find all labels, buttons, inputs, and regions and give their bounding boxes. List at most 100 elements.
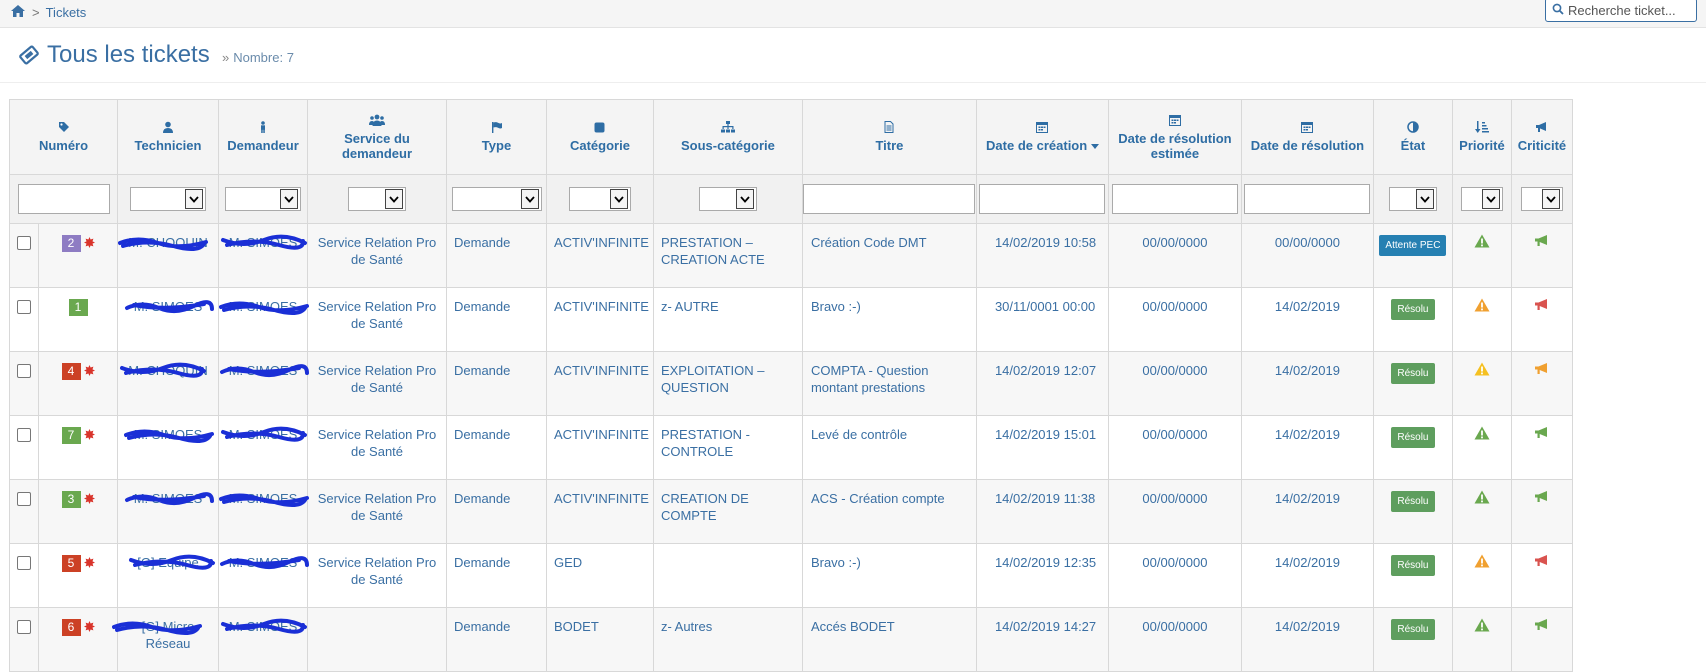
categorie-value: ACTIV'INFINITE	[554, 363, 649, 378]
filter-demandeur-select[interactable]	[225, 187, 301, 211]
filter-service-select[interactable]	[348, 187, 406, 211]
ticket-number[interactable]: 3	[61, 491, 81, 508]
row-checkbox[interactable]	[17, 364, 31, 378]
top-bar: > Tickets Recherche ticket...	[0, 0, 1706, 28]
demandeur-name[interactable]: M. SIMOES	[229, 555, 298, 570]
ticket-number[interactable]: 6	[61, 619, 81, 636]
technicien-name[interactable]: M. SIMOES	[134, 491, 203, 506]
date-creation-cell: 30/11/0001 00:00	[975, 287, 1109, 352]
table-row[interactable]: 4 M. CHOQUIN M. SIMOES Service Relation …	[9, 351, 1573, 416]
category-square-icon	[550, 121, 650, 136]
filter-technicien-select[interactable]	[130, 187, 206, 211]
row-checkbox[interactable]	[17, 300, 31, 314]
ticket-title-link[interactable]: Bravo :-)	[811, 299, 861, 314]
row-checkbox[interactable]	[17, 620, 31, 634]
filter-etat-select[interactable]	[1388, 187, 1437, 211]
date-res-est-cell: 00/00/0000	[1107, 607, 1242, 672]
criticite-cell	[1510, 479, 1573, 544]
col-header-service-label: Service du demandeur	[341, 130, 413, 161]
row-checkbox[interactable]	[17, 236, 31, 250]
table-row[interactable]: 3 M. SIMOES M. SIMOES Service Relation P…	[9, 479, 1573, 544]
filter-titre-input[interactable]	[803, 184, 976, 214]
col-header-priorite[interactable]: Priorité	[1451, 99, 1512, 175]
col-header-numero[interactable]: Numéro	[9, 99, 118, 175]
demandeur-name[interactable]: M. SIMOES	[229, 299, 298, 314]
filter-date-resolution-estimee-input[interactable]	[1111, 184, 1238, 214]
demandeur-name[interactable]: M. SIMOES	[229, 427, 298, 442]
table-row[interactable]: 5 [G] Equipe M. SIMOES Service Relation …	[9, 543, 1573, 608]
service-name: Service Relation Pro de Santé	[317, 491, 437, 523]
row-checkbox[interactable]	[17, 556, 31, 570]
ticket-number[interactable]: 2	[61, 235, 81, 252]
filter-type-select[interactable]	[451, 187, 542, 211]
chevron-right-icon: »	[222, 50, 230, 65]
filter-sous-categorie-select[interactable]	[698, 187, 757, 211]
demandeur-name[interactable]: M. SIMOES	[229, 491, 298, 506]
priorite-cell	[1451, 351, 1512, 416]
table-row[interactable]: 7 M. SIMOES M. SIMOES Service Relation P…	[9, 415, 1573, 480]
technicien-name[interactable]: M. SIMOES	[134, 427, 203, 442]
file-text-icon	[806, 121, 973, 136]
demandeur-cell: M. SIMOES	[218, 607, 308, 672]
col-header-date-creation[interactable]: Date de création	[975, 99, 1109, 175]
technicien-name[interactable]: M. CHOQUIN	[128, 363, 207, 378]
row-checkbox[interactable]	[17, 492, 31, 506]
table-row[interactable]: 1 M. SIMOES M. SIMOES Service Relation P…	[9, 287, 1573, 352]
filter-date-creation-input[interactable]	[979, 184, 1106, 214]
filter-categorie	[546, 174, 654, 224]
col-header-technicien[interactable]: Technicien	[117, 99, 219, 175]
filter-date-creation	[975, 174, 1109, 224]
ticket-title-link[interactable]: Accés BODET	[811, 619, 895, 634]
users-icon	[311, 114, 443, 129]
ticket-title-link[interactable]: Bravo :-)	[811, 555, 861, 570]
col-header-service[interactable]: Service du demandeur	[307, 99, 447, 175]
technicien-name[interactable]: [G] Micro Réseau	[142, 619, 195, 651]
col-header-sous-categorie[interactable]: Sous-catégorie	[652, 99, 803, 175]
priorite-cell	[1451, 223, 1512, 288]
col-header-criticite[interactable]: Criticité	[1510, 99, 1573, 175]
filter-criticite-select[interactable]	[1520, 187, 1563, 211]
ticket-title-link[interactable]: Création Code DMT	[811, 235, 927, 250]
search-input[interactable]: Recherche ticket...	[1568, 3, 1676, 18]
technicien-name[interactable]: M. SIMOES	[134, 299, 203, 314]
technicien-name[interactable]: M. CHOQUIN	[128, 235, 207, 250]
col-header-date-resolution-estimee[interactable]: Date de résolution estimée	[1107, 99, 1242, 175]
ticket-title-link[interactable]: Levé de contrôle	[811, 427, 907, 442]
col-header-titre[interactable]: Titre	[801, 99, 977, 175]
col-header-priorite-label: Priorité	[1459, 138, 1505, 153]
ticket-title-link[interactable]: ACS - Création compte	[811, 491, 945, 506]
date-res-cell: 14/02/2019	[1240, 543, 1374, 608]
ticket-number[interactable]: 4	[61, 363, 81, 380]
col-header-etat[interactable]: État	[1372, 99, 1453, 175]
col-header-date-resolution[interactable]: Date de résolution	[1240, 99, 1374, 175]
demandeur-name[interactable]: M. SIMOES	[229, 619, 298, 634]
table-row[interactable]: 2 M. CHOQUIN M. SIMOES Service Relation …	[9, 223, 1573, 288]
filter-categorie-select[interactable]	[568, 187, 631, 211]
row-checkbox[interactable]	[17, 428, 31, 442]
ticket-number[interactable]: 5	[61, 555, 81, 572]
demandeur-name[interactable]: M. SIMOES	[229, 235, 298, 250]
date-res-cell: 14/02/2019	[1240, 479, 1374, 544]
type-value: Demande	[454, 299, 511, 314]
search-box[interactable]: Recherche ticket...	[1545, 0, 1697, 22]
filter-priorite-select[interactable]	[1460, 187, 1503, 211]
sort-desc-icon[interactable]	[1090, 138, 1099, 153]
col-header-categorie[interactable]: Catégorie	[546, 99, 654, 175]
filter-numero-input[interactable]	[17, 184, 110, 214]
ticket-number[interactable]: 7	[61, 427, 81, 444]
col-header-type[interactable]: Type	[446, 99, 547, 175]
technicien-name[interactable]: [G] Equipe	[137, 555, 198, 570]
table-row[interactable]: 6 [G] Micro Réseau M. SIMOES Demande BOD…	[9, 607, 1573, 672]
ticket-title-link[interactable]: COMPTA - Question montant prestations	[811, 363, 929, 395]
demandeur-name[interactable]: M. SIMOES	[229, 363, 298, 378]
home-icon[interactable]	[10, 4, 26, 21]
chevron-down-icon	[185, 189, 203, 209]
date-creation-cell: 14/02/2019 14:27	[975, 607, 1109, 672]
filter-criticite	[1510, 174, 1573, 224]
filter-date-resolution-input[interactable]	[1244, 184, 1371, 214]
filter-demandeur	[218, 174, 308, 224]
ticket-number[interactable]: 1	[68, 299, 88, 316]
breadcrumb-tickets-link[interactable]: Tickets	[46, 5, 87, 20]
chevron-down-icon	[1481, 189, 1500, 209]
col-header-demandeur[interactable]: Demandeur	[218, 99, 308, 175]
